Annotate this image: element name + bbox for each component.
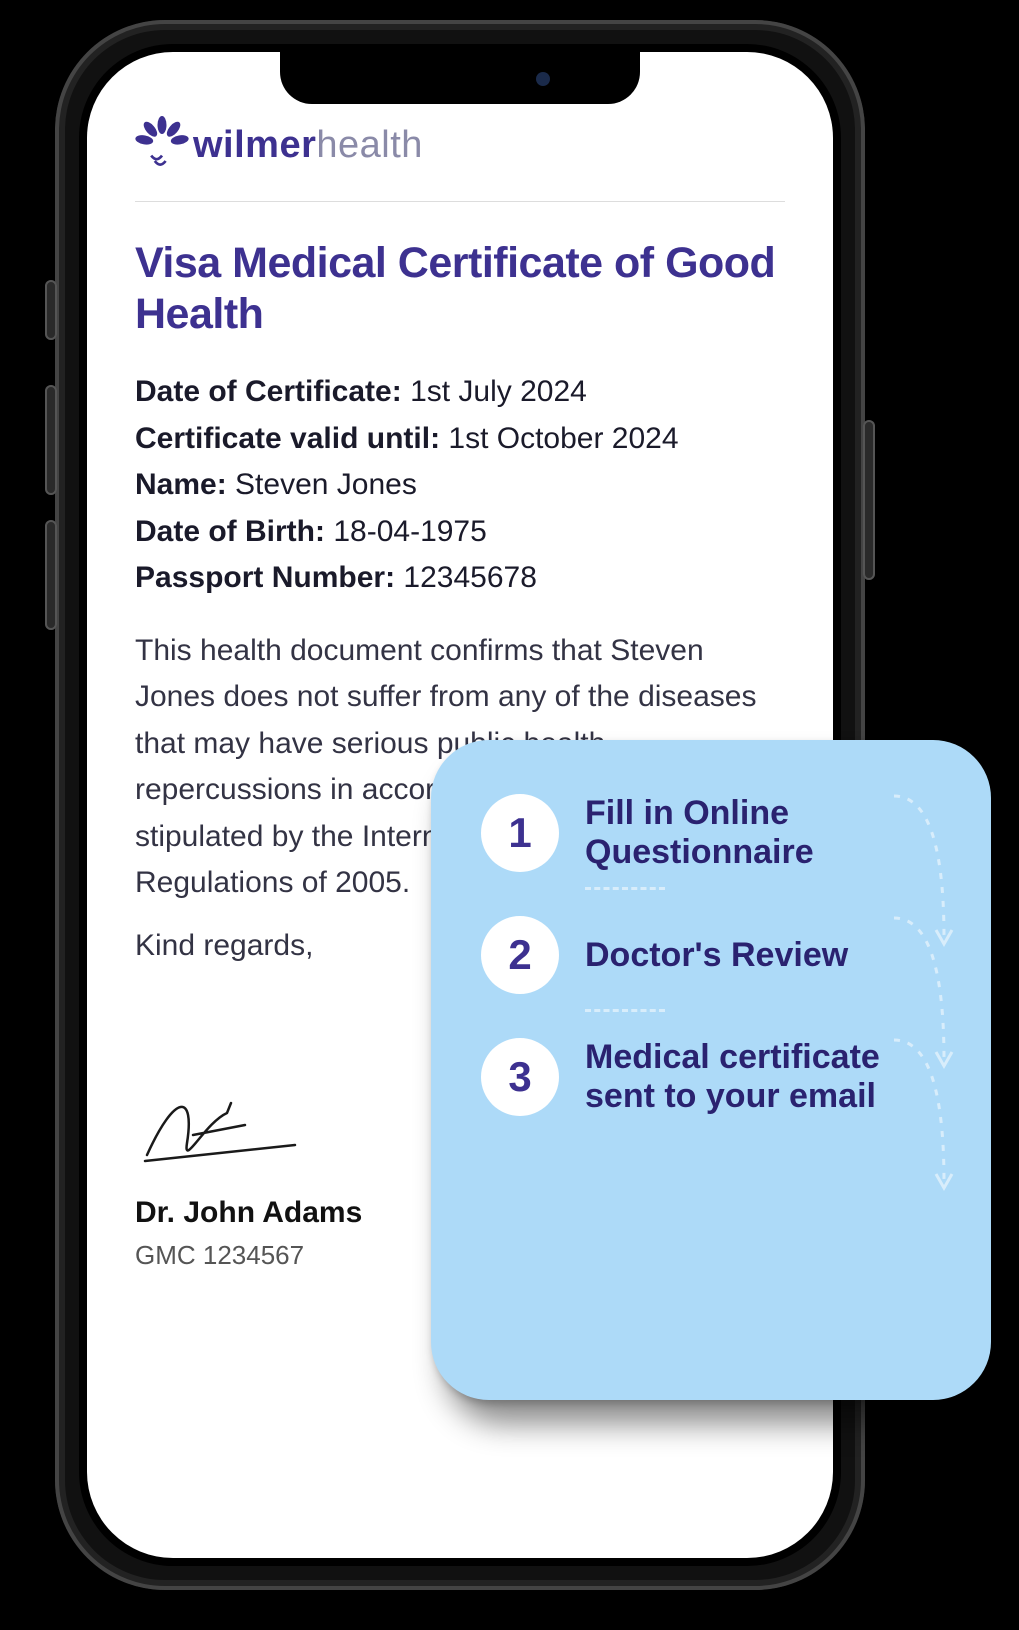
field-label: Name: bbox=[135, 468, 227, 501]
steps-card: 1 Fill in Online Questionnaire 2 Doctor'… bbox=[431, 740, 991, 1400]
leaf-burst-icon bbox=[135, 116, 189, 175]
phone-side-button bbox=[863, 420, 875, 580]
field-label: Passport Number: bbox=[135, 561, 395, 594]
field-value: Steven Jones bbox=[235, 468, 417, 501]
step-item: 1 Fill in Online Questionnaire bbox=[481, 794, 941, 872]
step-number-badge: 2 bbox=[481, 916, 559, 994]
phone-notch bbox=[280, 52, 640, 104]
header-divider bbox=[135, 201, 785, 202]
certificate-fields: Date of Certificate: 1st July 2024 Certi… bbox=[135, 369, 785, 602]
field-value: 1st October 2024 bbox=[448, 422, 678, 455]
step-underline bbox=[585, 1009, 665, 1012]
step-number-badge: 1 bbox=[481, 794, 559, 872]
brand-wordmark: wilmerhealth bbox=[193, 124, 423, 167]
dashed-arrow-icon bbox=[889, 1032, 949, 1202]
step-number-badge: 3 bbox=[481, 1038, 559, 1116]
step-item: 3 Medical certificate sent to your email bbox=[481, 1038, 941, 1116]
step-label: Medical certificate sent to your email bbox=[585, 1038, 925, 1116]
phone-side-button bbox=[45, 280, 57, 340]
step-item: 2 Doctor's Review bbox=[481, 916, 941, 994]
phone-side-button bbox=[45, 385, 57, 495]
field-label: Certificate valid until: bbox=[135, 422, 440, 455]
field-value: 1st July 2024 bbox=[410, 375, 587, 408]
step-underline bbox=[585, 887, 665, 890]
phone-side-button bbox=[45, 520, 57, 630]
field-value: 12345678 bbox=[403, 561, 536, 594]
certificate-title: Visa Medical Certificate of Good Health bbox=[135, 238, 785, 339]
brand-logo: wilmerhealth bbox=[135, 112, 785, 201]
field-label: Date of Birth: bbox=[135, 515, 325, 548]
step-label: Doctor's Review bbox=[585, 936, 848, 975]
field-value: 18-04-1975 bbox=[333, 515, 486, 548]
step-label: Fill in Online Questionnaire bbox=[585, 794, 925, 872]
field-label: Date of Certificate: bbox=[135, 375, 402, 408]
